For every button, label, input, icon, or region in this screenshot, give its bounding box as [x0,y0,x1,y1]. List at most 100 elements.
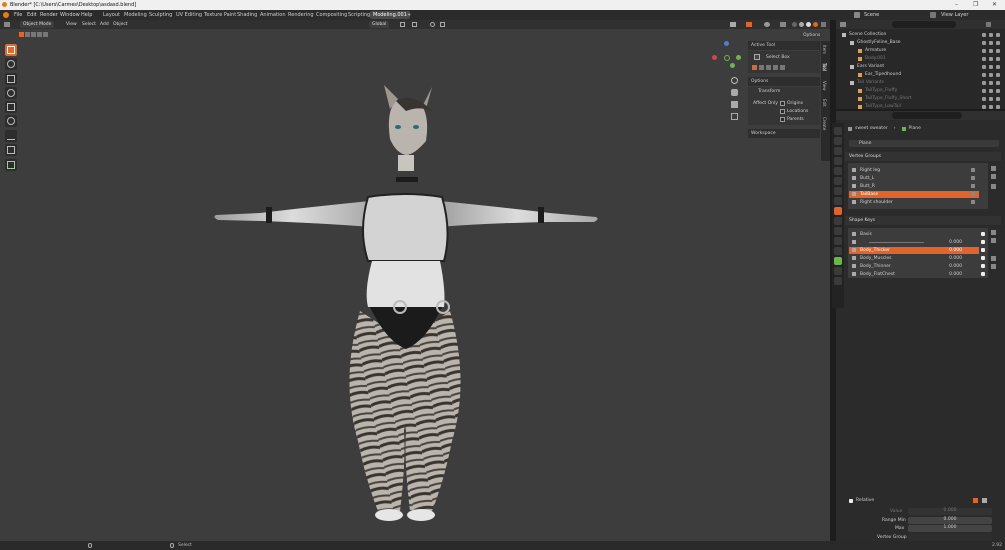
tab-layout[interactable]: Layout [100,11,123,19]
shape-key-mute-checkbox[interactable] [981,248,985,252]
object-tab-icon[interactable] [834,197,842,205]
breadcrumb-mesh[interactable]: Plane [909,126,921,131]
vertex-group-row[interactable]: Right shoulder [849,199,979,206]
lock-icon[interactable] [971,200,975,204]
menu-edit[interactable]: Edit [27,12,37,18]
tab-view[interactable]: View [822,81,827,91]
render-tab-icon[interactable] [834,137,842,145]
tab-create[interactable]: Create [822,117,827,130]
tab-item[interactable]: Item [822,45,827,54]
shape-key-row[interactable]: Body_Thinner 0.000 [849,263,985,270]
lock-icon[interactable] [971,192,975,196]
eye-icon[interactable] [989,33,993,37]
filter-icon[interactable] [986,22,991,27]
shape-key-mute-checkbox[interactable] [981,256,985,260]
lock-icon[interactable] [971,184,975,188]
axis-x-icon[interactable] [712,55,717,60]
eye-icon[interactable] [989,41,993,45]
lock-icon[interactable] [971,176,975,180]
perspective-toggle-icon[interactable] [731,113,738,120]
checkbox-icon[interactable] [982,33,986,37]
outliner-row[interactable]: Ear_Tipedhound [836,71,1005,79]
minimize-button[interactable]: – [955,1,958,8]
xray-icon[interactable] [780,22,786,27]
blender-menu-icon[interactable] [3,12,9,18]
shape-key-row[interactable]: Body_Thicker 0.000 [849,247,985,254]
shape-key-value[interactable]: 0.000 [949,256,962,261]
checkbox-icon[interactable] [982,41,986,45]
outliner-row[interactable]: Armature [836,47,1005,55]
checkbox-icon[interactable] [982,105,986,109]
outliner-row[interactable]: TailType_LowTail [836,103,1005,111]
scale-tool-icon[interactable] [5,101,17,113]
snap-icon[interactable] [412,22,417,27]
eye-icon[interactable] [989,97,993,101]
outliner-editor-icon[interactable] [840,22,846,27]
cursor-tool-icon[interactable] [5,58,17,70]
move-shape-key-up-icon[interactable] [991,256,996,261]
pan-hand-icon[interactable] [731,89,738,96]
shading-material-icon[interactable] [806,22,811,27]
eye-icon[interactable] [989,49,993,53]
outliner-row[interactable]: GhostlyFeline_Base [836,39,1005,47]
mesh-data-tab-icon[interactable] [834,257,842,265]
checkbox-icon[interactable] [982,49,986,53]
menu-view[interactable]: View [66,22,77,27]
physics-tab-icon[interactable] [834,227,842,235]
material-tab-icon[interactable] [834,267,842,275]
remove-shape-key-icon[interactable] [991,238,996,243]
transform-orientation-select[interactable]: Global [369,21,390,28]
object-data-tab-icon[interactable] [834,247,842,255]
outliner-row[interactable]: Scene Collection [836,31,1005,39]
max-field[interactable]: 1.000 [908,525,992,532]
navigation-gizmo[interactable] [712,41,742,71]
tab-sculpting[interactable]: Sculpting [146,11,175,19]
camera-icon[interactable] [996,97,1000,101]
eye-icon[interactable] [989,73,993,77]
remove-vertex-group-icon[interactable] [991,174,996,179]
shading-solid-icon[interactable] [799,22,804,27]
lock-icon[interactable] [971,168,975,172]
shape-key-row[interactable]: Basis [849,231,985,238]
view-layer-selector[interactable]: View Layer [941,12,968,18]
eye-icon[interactable] [989,81,993,85]
camera-icon[interactable] [996,73,1000,77]
select-extend-icon[interactable] [25,32,30,37]
tab-animation[interactable]: Animation [257,11,289,19]
shape-key-value[interactable]: 0.000 [949,272,962,277]
mode-set-icon[interactable] [752,65,757,70]
checkbox-icon[interactable] [982,65,986,69]
collection-tab-icon[interactable] [834,187,842,195]
origins-checkbox[interactable] [780,101,785,106]
shape-key-row[interactable]: 0.000 [849,239,985,246]
properties-search-input[interactable] [892,112,962,119]
options-dropdown[interactable]: Options [800,32,824,39]
overlay-icon[interactable] [764,22,770,27]
modifier-tab-icon[interactable] [834,207,842,215]
vertex-group-row[interactable]: Right leg [849,167,979,174]
shading-options-icon[interactable] [821,22,826,27]
value-field[interactable]: 0.000 [908,508,992,515]
options-header[interactable]: Options [748,77,820,86]
falloff-icon[interactable] [440,22,445,27]
checkbox-icon[interactable] [982,89,986,93]
menu-object[interactable]: Object [113,22,128,27]
outliner-row[interactable]: Body.001 [836,55,1005,63]
proportional-edit-icon[interactable] [430,22,435,27]
relative-checkbox[interactable] [849,498,853,503]
axis-y-icon[interactable] [736,55,741,60]
shape-key-mute-checkbox[interactable] [981,264,985,268]
maximize-button[interactable]: ❐ [973,1,978,8]
outliner-search-input[interactable] [892,21,956,28]
shape-key-slider[interactable] [869,242,924,243]
vertex-groups-header[interactable]: Vertex Groups [845,152,1001,161]
select-box-tool-icon[interactable] [5,44,17,56]
vertex-group-specials-icon[interactable] [991,184,996,189]
shape-key-row[interactable]: Body_Muscles 0.000 [849,255,985,262]
range-min-field[interactable]: 0.000 [908,517,992,524]
edit-mode-icon[interactable] [982,498,987,503]
camera-icon[interactable] [996,49,1000,53]
active-tool-header[interactable]: Active Tool [748,41,820,50]
axis-z-icon[interactable] [724,41,729,46]
particles-tab-icon[interactable] [834,217,842,225]
